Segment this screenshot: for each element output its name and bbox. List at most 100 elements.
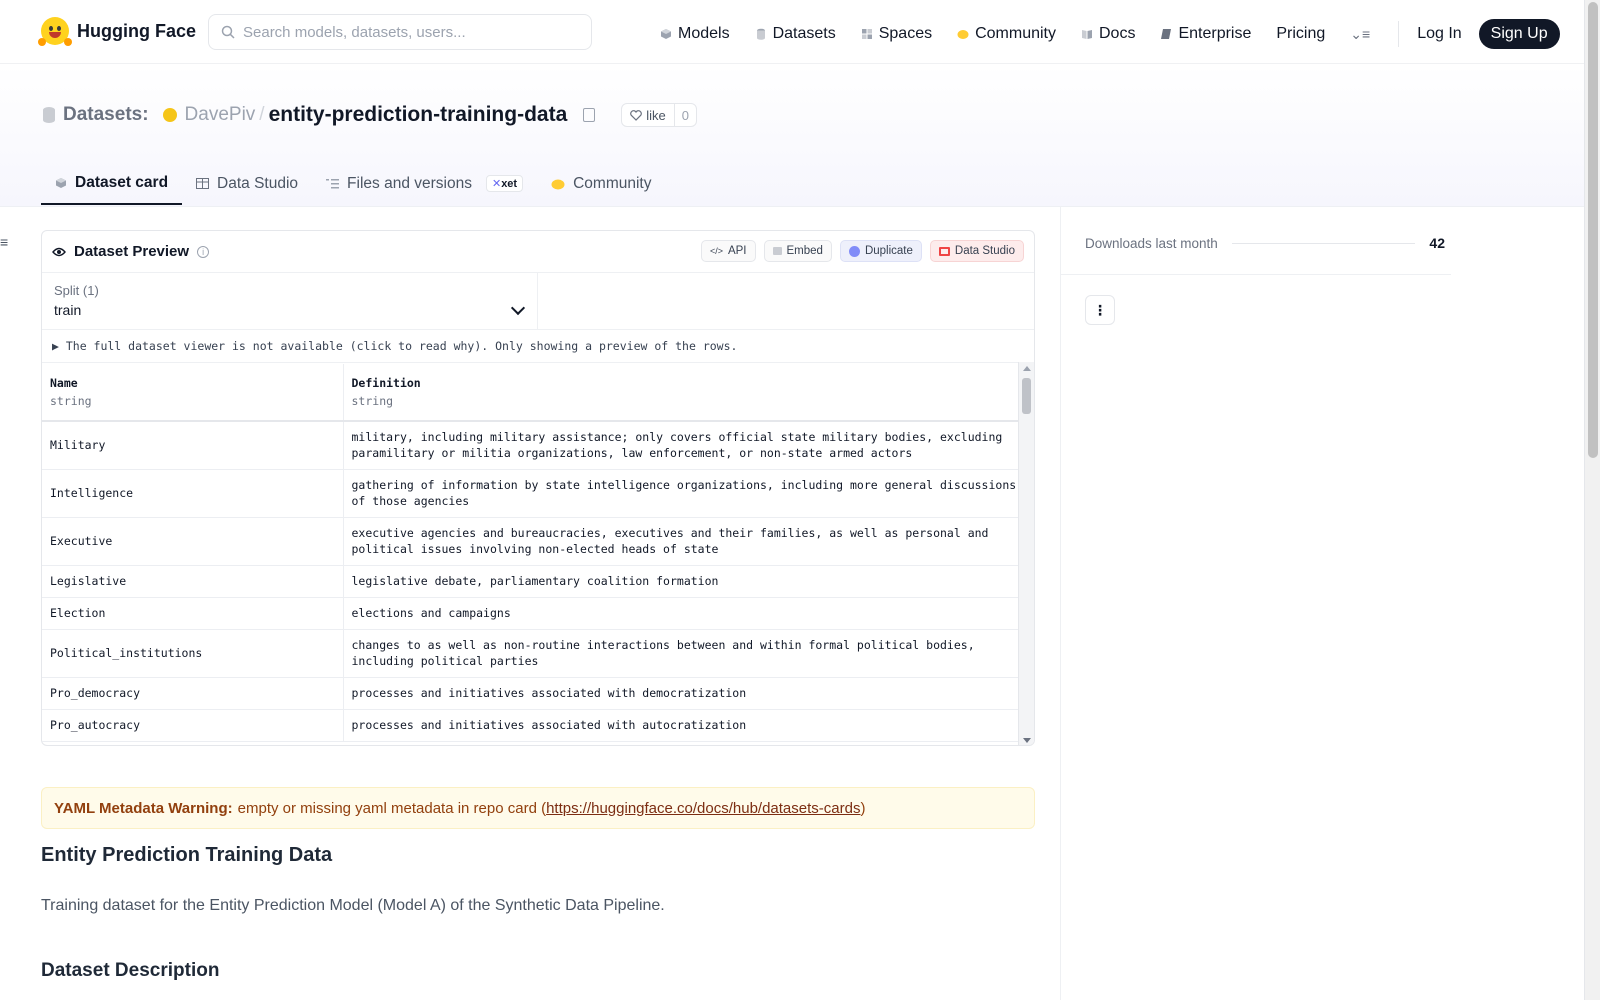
downloads-sparkline <box>1231 242 1416 244</box>
table-row[interactable]: Pro_democracy processes and initiatives a… <box>42 677 1034 710</box>
right-sidebar: Downloads last month 42 ⋮ <box>1060 207 1584 1000</box>
tab-community-label: Community <box>573 174 652 192</box>
more-options-button[interactable]: ⋮ <box>1085 295 1115 325</box>
nav-models[interactable]: Models <box>660 21 730 47</box>
scroll-up-arrow-icon[interactable] <box>1023 366 1031 371</box>
nav-pricing[interactable]: Pricing <box>1276 21 1325 47</box>
embed-button[interactable]: Embed <box>763 240 832 262</box>
code-icon: </> <box>709 246 723 256</box>
page-scrollbar[interactable] <box>1584 0 1600 1000</box>
search-icon <box>221 25 235 39</box>
embed-icon <box>772 247 782 255</box>
nav-docs[interactable]: Docs <box>1081 21 1135 47</box>
tab-community[interactable]: Community <box>537 162 665 205</box>
repo-tabs: Dataset card Data Studio Files and versi… <box>41 162 665 207</box>
viewer-notice[interactable]: ▶ The full dataset viewer is not availab… <box>42 330 1034 363</box>
nav-datasets[interactable]: Datasets <box>755 21 836 47</box>
top-navbar: Hugging Face Models Datasets Spaces Comm… <box>0 0 1584 64</box>
sidebar-toggle-icon[interactable]: ≡ <box>0 234 10 250</box>
nav-community-label: Community <box>975 25 1056 42</box>
cell-name: Legislative <box>42 565 344 598</box>
table-row[interactable]: Legislative legislative debate, parliamen… <box>42 565 1034 598</box>
tab-data-studio[interactable]: Data Studio <box>182 162 312 205</box>
api-button[interactable]: </> API <box>700 240 756 262</box>
repo-name-link[interactable]: entity-prediction-training-data <box>269 103 568 127</box>
table-row[interactable]: Political_institutions changes to as well… <box>42 629 1034 678</box>
warning-close-paren: ) <box>860 799 866 817</box>
dataset-icon <box>43 107 55 123</box>
database-icon <box>756 28 765 40</box>
table-row[interactable]: Election elections and campaigns <box>42 597 1034 630</box>
cell-definition: processes and initiatives associated wit… <box>343 677 1034 710</box>
tab-dataset-card-label: Dataset card <box>75 173 169 191</box>
cell-name: Executive <box>42 517 344 566</box>
nav-spaces[interactable]: Spaces <box>861 21 932 47</box>
cell-name: Pro_autocracy <box>42 709 344 742</box>
nav-divider <box>1398 21 1400 47</box>
yaml-warning: YAML Metadata Warning: empty or missing … <box>41 787 1035 829</box>
column-header-definition[interactable]: Definition string <box>343 364 1034 422</box>
tab-files-label: Files and versions <box>347 174 472 192</box>
cell-definition: executive agencies and bureaucracies, ex… <box>343 517 1034 566</box>
book-icon <box>1082 30 1092 39</box>
api-button-label: API <box>727 245 747 257</box>
eye-icon <box>52 247 66 256</box>
warning-docs-link[interactable]: https://huggingface.co/docs/hub/datasets… <box>546 800 860 817</box>
data-studio-icon <box>938 246 950 256</box>
sidebar-divider <box>1061 274 1451 275</box>
table-scrollbar[interactable] <box>1018 362 1034 745</box>
spaces-grid-icon <box>861 29 872 39</box>
cell-name: Political_institutions <box>42 629 344 678</box>
hugging-face-logo-icon <box>38 17 72 46</box>
tab-files-and-versions[interactable]: Files and versions ✕xet <box>312 162 537 205</box>
data-studio-button[interactable]: Data Studio <box>929 240 1024 262</box>
section-heading: Dataset Description <box>41 960 220 981</box>
kebab-icon: ⋮ <box>1093 301 1107 318</box>
column-header-name[interactable]: Name string <box>42 364 344 422</box>
downloads-label: Downloads last month <box>1085 235 1218 251</box>
column-type: string <box>50 394 92 408</box>
page-scrollbar-thumb[interactable] <box>1588 2 1598 458</box>
nav-community[interactable]: Community <box>957 21 1056 47</box>
info-icon[interactable]: i <box>197 245 210 258</box>
more-menu-icon[interactable]: ⌄≡ <box>1350 26 1370 43</box>
card-intro: Training dataset for the Entity Predicti… <box>41 897 665 914</box>
table-scrollbar-thumb[interactable] <box>1022 378 1031 414</box>
nav-docs-label: Docs <box>1099 25 1136 42</box>
table-row[interactable]: Intelligence gathering of information by … <box>42 469 1034 518</box>
like-button[interactable]: like <box>622 104 675 126</box>
login-link[interactable]: Log In <box>1417 25 1461 43</box>
table-row[interactable]: Pro_autocracy processes and initiatives a… <box>42 709 1034 742</box>
warning-text: empty or missing yaml metadata in repo c… <box>237 799 547 817</box>
tab-data-studio-label: Data Studio <box>217 174 299 192</box>
signup-button[interactable]: Sign Up <box>1478 19 1560 49</box>
table-row[interactable]: Executive executive agencies and bureaucr… <box>42 517 1034 566</box>
split-selector[interactable]: Split (1) train <box>42 273 538 329</box>
copy-icon[interactable] <box>583 108 596 122</box>
nav-enterprise[interactable]: Enterprise <box>1160 21 1251 47</box>
preview-header: Dataset Preview i </> API Embed Duplicate… <box>42 231 1034 273</box>
repo-type-label[interactable]: Datasets: <box>63 104 149 126</box>
cell-name: Military <box>42 421 344 470</box>
xet-badge: ✕xet <box>485 175 524 192</box>
cell-name: Pro_democracy <box>42 677 344 710</box>
like-widget: like 0 <box>621 103 697 127</box>
brand-logo[interactable]: Hugging Face <box>38 17 196 46</box>
tab-dataset-card[interactable]: Dataset card <box>41 162 183 205</box>
duplicate-button[interactable]: Duplicate <box>839 240 922 262</box>
cell-definition: elections and campaigns <box>343 597 1034 630</box>
column-name: Name <box>50 376 78 390</box>
repo-header: Datasets: DavePiv / entity-prediction-tr… <box>0 65 1584 207</box>
warning-label: YAML Metadata Warning: <box>54 799 233 817</box>
community-hand-icon <box>551 179 565 189</box>
repo-owner-link[interactable]: DavePiv <box>185 104 256 126</box>
scroll-down-arrow-icon[interactable] <box>1023 738 1031 743</box>
files-icon <box>326 179 340 189</box>
table-row[interactable]: Military military, including military ass… <box>42 421 1034 470</box>
cell-definition: legislative debate, parliamentary coalit… <box>343 565 1034 598</box>
card-heading: Entity Prediction Training Data <box>41 844 333 866</box>
like-count[interactable]: 0 <box>675 108 696 123</box>
search-bar[interactable] <box>208 14 592 50</box>
search-input[interactable] <box>243 23 573 41</box>
embed-button-label: Embed <box>786 245 823 257</box>
